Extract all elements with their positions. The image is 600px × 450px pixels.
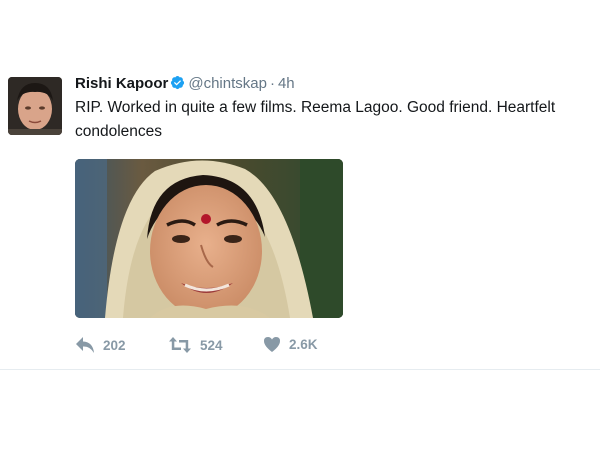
retweet-button[interactable]: 524 — [168, 336, 223, 354]
retweet-count: 524 — [200, 337, 223, 353]
separator-dot: · — [269, 75, 275, 92]
tweet-card: Rishi Kapoor @chintskap · 4h RIP. Worked in… — [0, 0, 600, 370]
tweet-photo[interactable] — [75, 159, 343, 318]
reply-button[interactable]: 202 — [75, 336, 126, 354]
author-handle[interactable]: @chintskap — [188, 75, 267, 92]
verified-badge-icon — [171, 75, 185, 90]
retweet-icon — [169, 337, 191, 353]
heart-icon — [264, 337, 280, 352]
reply-count: 202 — [103, 337, 126, 353]
tweet-text: RIP. Worked in quite a few films. Reema … — [75, 99, 556, 140]
like-count: 2.6K — [289, 337, 318, 352]
reply-icon — [76, 337, 94, 353]
tweet-timestamp[interactable]: 4h — [278, 75, 295, 92]
like-button[interactable]: 2.6K — [263, 336, 318, 353]
tweet-header: Rishi Kapoor @chintskap · 4h — [75, 74, 295, 94]
author-avatar[interactable] — [8, 77, 62, 135]
tweet-divider — [0, 369, 600, 370]
author-name[interactable]: Rishi Kapoor — [75, 75, 168, 92]
